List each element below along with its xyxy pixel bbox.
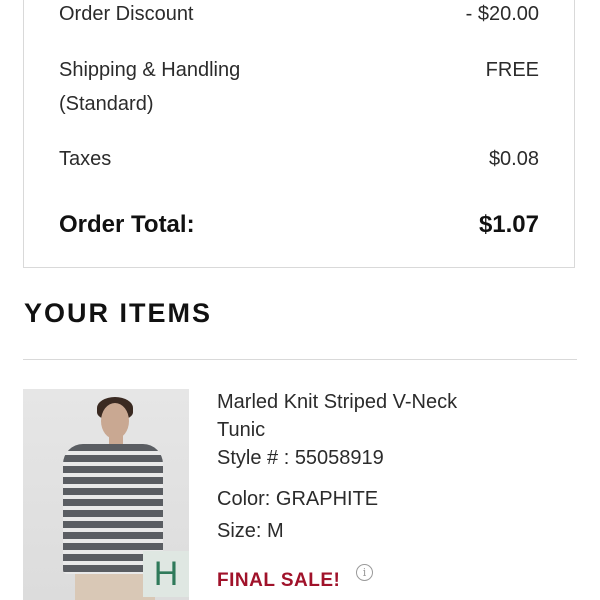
taxes-label: Taxes [59,148,112,170]
order-confirmation-page: Order Discount - $20.00 Shipping & Handl… [0,0,600,600]
order-summary-card: Order Discount - $20.00 Shipping & Handl… [23,0,575,268]
shipping-label-line1: Shipping & Handling [59,59,241,81]
product-details: Marled Knit Striped V-Neck Tunic Style #… [217,388,557,472]
product-name-line1[interactable]: Marled Knit Striped V-Neck [217,391,457,413]
order-discount-value: - $20.00 [465,3,539,25]
shipping-label: Shipping & Handling (Standard) [59,53,240,121]
order-total-row: Order Total: $1.07 [59,208,539,242]
final-sale-label: FINAL SALE! [217,570,341,591]
product-color: Color: GRAPHITE [217,488,379,510]
product-style-number: Style # : 55058919 [217,447,384,469]
section-divider [23,359,577,360]
taxes-row: Taxes $0.08 [59,142,539,176]
order-discount-label: Order Discount [59,3,194,25]
shipping-label-line2: (Standard) [59,93,154,115]
taxes-value: $0.08 [488,148,539,170]
your-items-heading: YOUR ITEMS [24,298,213,328]
order-discount-row: Order Discount - $20.00 [59,0,539,31]
info-icon[interactable]: i [356,564,373,581]
shipping-value: FREE [485,59,539,81]
product-name[interactable]: Marled Knit Striped V-Neck Tunic [217,388,557,444]
product-size: Size: M [217,520,284,542]
order-total-label: Order Total: [59,211,195,238]
brand-badge-icon: H [143,551,189,597]
product-name-line2[interactable]: Tunic [217,419,265,441]
shipping-row: Shipping & Handling (Standard) FREE [59,53,539,121]
order-total-value: $1.07 [478,211,539,238]
model-head [101,403,129,439]
